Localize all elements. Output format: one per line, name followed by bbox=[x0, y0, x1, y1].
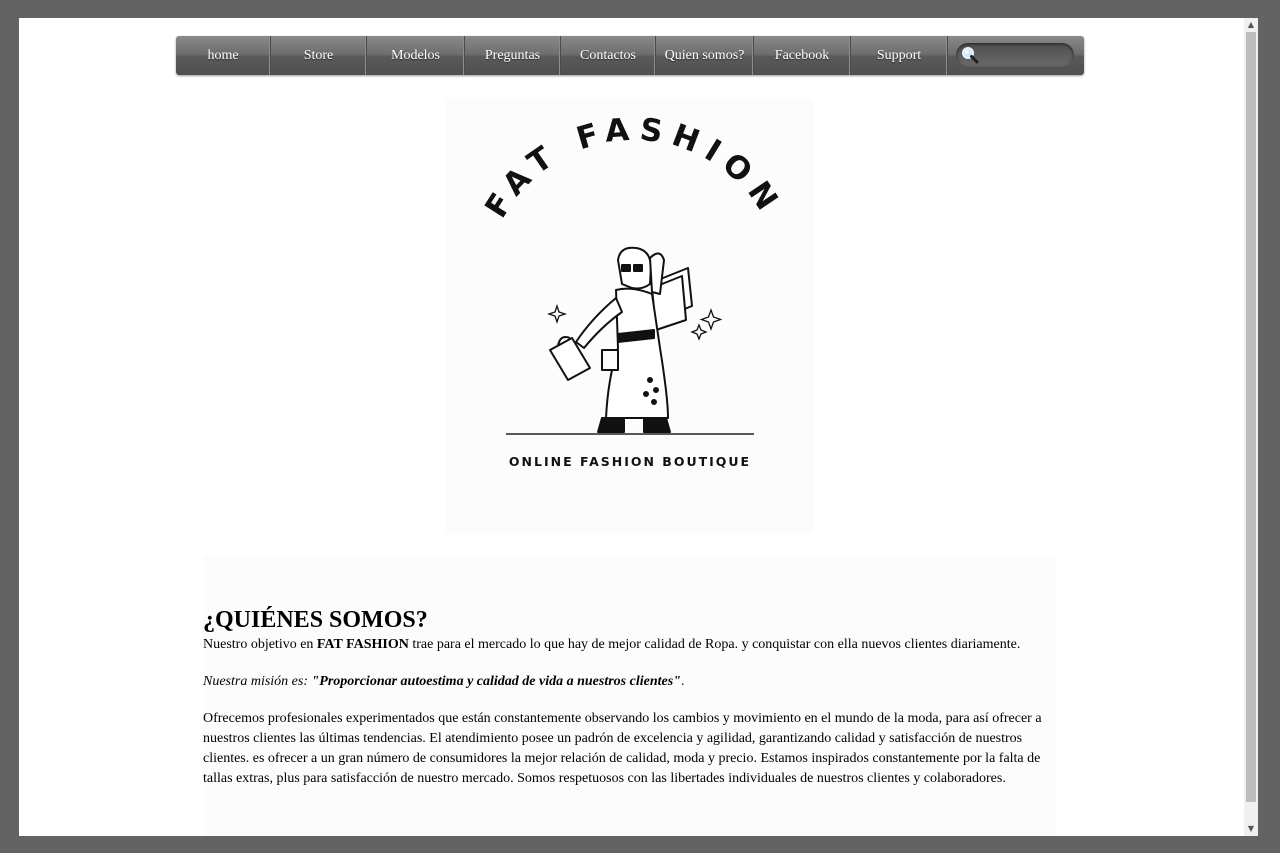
main-nav: home Store Modelos Preguntas Contactos Q… bbox=[176, 36, 1084, 75]
sparkle-icon bbox=[699, 308, 723, 331]
vertical-scrollbar[interactable]: ▲ ▼ bbox=[1244, 18, 1258, 836]
intro-brand: FAT FASHION bbox=[316, 637, 409, 652]
nav-item-support[interactable]: Support bbox=[851, 36, 948, 75]
intro-rest: trae para el mercado lo que hay de mejor… bbox=[408, 637, 1021, 652]
search-box[interactable] bbox=[956, 43, 1074, 67]
logo-brand-text: FAT FASHION bbox=[478, 111, 780, 224]
search-icon[interactable] bbox=[960, 45, 980, 65]
mission-end: . bbox=[680, 674, 685, 689]
brand-arc-text: FAT FASHION bbox=[478, 111, 789, 224]
about-title: ¿QUIÉNES SOMOS? bbox=[203, 607, 428, 633]
nav-item-home[interactable]: home bbox=[176, 36, 271, 75]
logo-tagline: ONLINE FASHION BOUTIQUE bbox=[509, 454, 751, 469]
logo-illustration: FAT FASHION ONLINE FASHION BOUTIQUE bbox=[478, 111, 789, 469]
nav-item-quien-somos[interactable]: Quien somos? bbox=[656, 36, 754, 75]
search-input[interactable] bbox=[978, 46, 1070, 64]
browser-viewport: home Store Modelos Preguntas Contactos Q… bbox=[19, 18, 1244, 836]
brand-logo: FAT FASHION ONLINE FASHION BOUTIQUE bbox=[446, 98, 814, 534]
mission-quote: "Proporcionar autoestima y calidad de vi… bbox=[311, 674, 681, 689]
about-description: Ofrecemos profesionales experimentados q… bbox=[203, 711, 1042, 786]
nav-item-facebook[interactable]: Facebook bbox=[754, 36, 851, 75]
about-intro: Nuestro objetivo en FAT FASHION trae par… bbox=[203, 635, 1063, 655]
nav-item-store[interactable]: Store bbox=[271, 36, 367, 75]
nav-item-modelos[interactable]: Modelos bbox=[367, 36, 465, 75]
sparkle-icon bbox=[546, 303, 568, 325]
mission-label: Nuestra misión es: bbox=[203, 674, 312, 689]
scroll-down-arrow-icon[interactable]: ▼ bbox=[1244, 822, 1258, 836]
nav-search-area bbox=[948, 36, 1084, 75]
nav-item-contactos[interactable]: Contactos bbox=[561, 36, 656, 75]
about-mission: Nuestra misión es: "Proporcionar autoest… bbox=[203, 672, 1063, 692]
nav-item-preguntas[interactable]: Preguntas bbox=[465, 36, 561, 75]
sparkle-icon bbox=[690, 323, 708, 341]
scroll-up-arrow-icon[interactable]: ▲ bbox=[1244, 18, 1258, 32]
intro-lead: Nuestro objetivo en bbox=[203, 637, 317, 652]
scroll-thumb[interactable] bbox=[1246, 32, 1256, 802]
shopper-figure bbox=[549, 246, 693, 433]
about-section: ¿QUIÉNES SOMOS? Nuestro objetivo en FAT … bbox=[203, 555, 1055, 836]
